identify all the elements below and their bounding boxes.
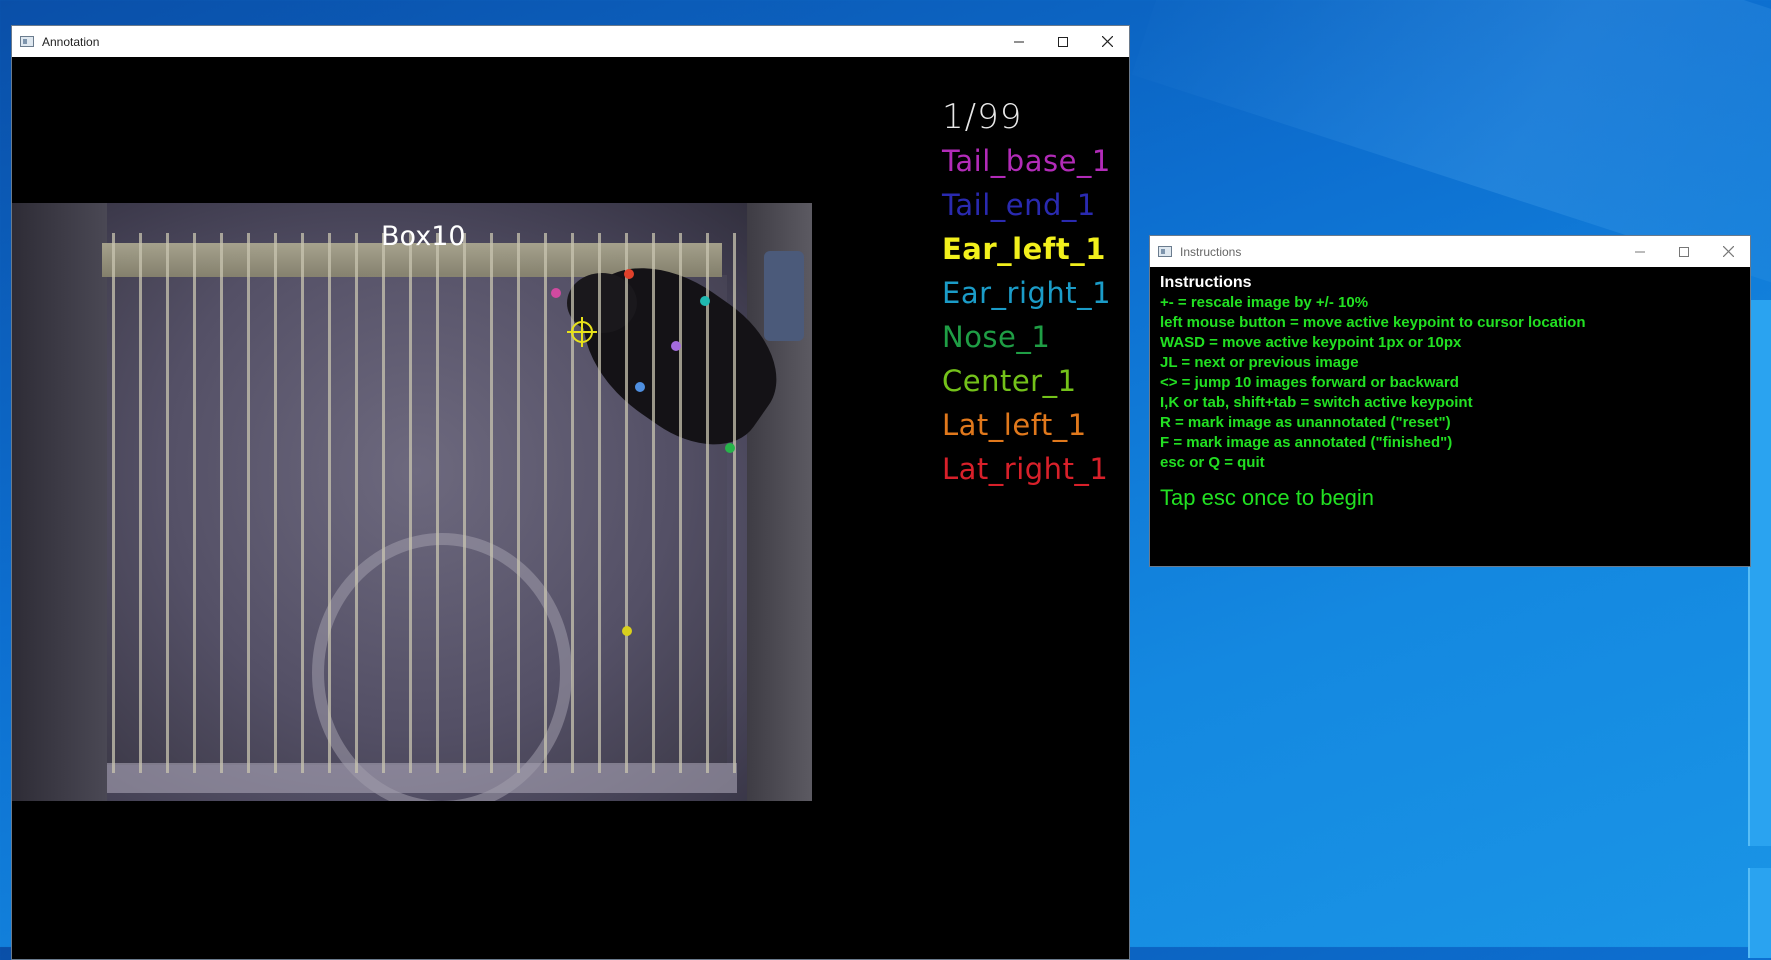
keypoint-nose[interactable] [725,443,735,453]
close-button[interactable] [1085,26,1129,57]
keypoint-label: Center_1 [942,364,1077,398]
cage-side-camera [764,251,804,341]
app-window-icon [20,36,34,47]
keypoint-tail-end[interactable] [671,341,681,351]
cage-left-wall [12,203,107,801]
cage-bar [382,233,385,773]
minimize-button[interactable] [1618,236,1662,267]
annotation-window[interactable]: Annotation Box10 1/99 Tail_base_1 Tail_e… [11,25,1130,960]
cage-bar [193,233,196,773]
cage-bar [139,233,142,773]
cage-bar [517,233,520,773]
keypoint-label-active: Ear_left_1 [942,232,1106,266]
cage-bar [166,233,169,773]
cage-bar [544,233,547,773]
window-title: Instructions [1180,244,1242,259]
close-icon [1722,246,1734,257]
instruction-line: JL = next or previous image [1160,354,1359,371]
cage-bar [733,233,736,773]
keypoint-list: Tail_base_1 Tail_end_1 Ear_left_1 Ear_ri… [942,139,1111,491]
image-counter: 1/99 [942,97,1023,137]
cage-bar [490,233,493,773]
desktop-window-edge [1748,300,1771,846]
cage-bar [301,233,304,773]
instructions-titlebar[interactable]: Instructions [1150,236,1750,267]
keypoint-lat-left[interactable] [622,626,632,636]
keypoint-ear-left-active[interactable] [567,317,597,347]
keypoint-ear-right[interactable] [700,296,710,306]
instruction-line: <> = jump 10 images forward or backward [1160,374,1459,391]
cage-bar [247,233,250,773]
cage-bar [355,233,358,773]
cage-bar [652,233,655,773]
video-frame-image[interactable]: Box10 [12,203,812,801]
cage-bar [409,233,412,773]
keypoint-tail-base[interactable] [551,288,561,298]
cage-bar [679,233,682,773]
keypoint-label: Tail_end_1 [942,188,1096,222]
keypoint-label: Nose_1 [942,320,1051,354]
keypoint-lat-right[interactable] [624,269,634,279]
keypoint-label: Ear_right_1 [942,276,1112,310]
cage-bar [436,233,439,773]
instruction-line: WASD = move active keypoint 1px or 10px [1160,334,1462,351]
instruction-line: esc or Q = quit [1160,454,1265,471]
instruction-line: I,K or tab, shift+tab = switch active ke… [1160,394,1473,411]
cage-bar [220,233,223,773]
cage-bar [598,233,601,773]
instruction-line: +- = rescale image by +/- 10% [1160,294,1369,311]
cage-bar [328,233,331,773]
maximize-button[interactable] [1662,236,1706,267]
annotation-canvas[interactable]: Box10 1/99 Tail_base_1 Tail_end_1 Ear_le… [12,57,1129,959]
window-title: Annotation [42,34,100,49]
cage-bar [571,233,574,773]
maximize-icon [1058,36,1068,47]
keypoint-label: Lat_right_1 [942,452,1109,486]
instruction-line: left mouse button = move active keypoint… [1160,314,1586,331]
cage-bar [112,233,115,773]
keypoint-label: Tail_base_1 [942,144,1111,178]
keypoint-center[interactable] [635,382,645,392]
instructions-window[interactable]: Instructions Instructions +- = rescale i… [1149,235,1751,567]
cage-bar [706,233,709,773]
minimize-icon [1635,251,1645,252]
annotation-titlebar[interactable]: Annotation [12,26,1129,57]
box-label: Box10 [381,221,466,252]
keypoint-label: Lat_left_1 [942,408,1087,442]
desktop-window-edge [1748,868,1771,958]
cage-bar [274,233,277,773]
begin-prompt: Tap esc once to begin [1160,485,1375,510]
instruction-line: R = mark image as unannotated ("reset") [1160,414,1451,431]
minimize-button[interactable] [997,26,1041,57]
app-window-icon [1158,246,1172,257]
maximize-icon [1679,246,1689,257]
close-icon [1101,36,1113,47]
maximize-button[interactable] [1041,26,1085,57]
cage-bar [625,233,628,773]
instruction-line: F = mark image as annotated ("finished") [1160,434,1453,451]
minimize-icon [1014,41,1024,42]
close-button[interactable] [1706,236,1750,267]
instructions-heading: Instructions [1160,274,1252,291]
cage-bar [463,233,466,773]
running-wheel [312,533,572,801]
instructions-content: Instructions +- = rescale image by +/- 1… [1150,267,1750,566]
